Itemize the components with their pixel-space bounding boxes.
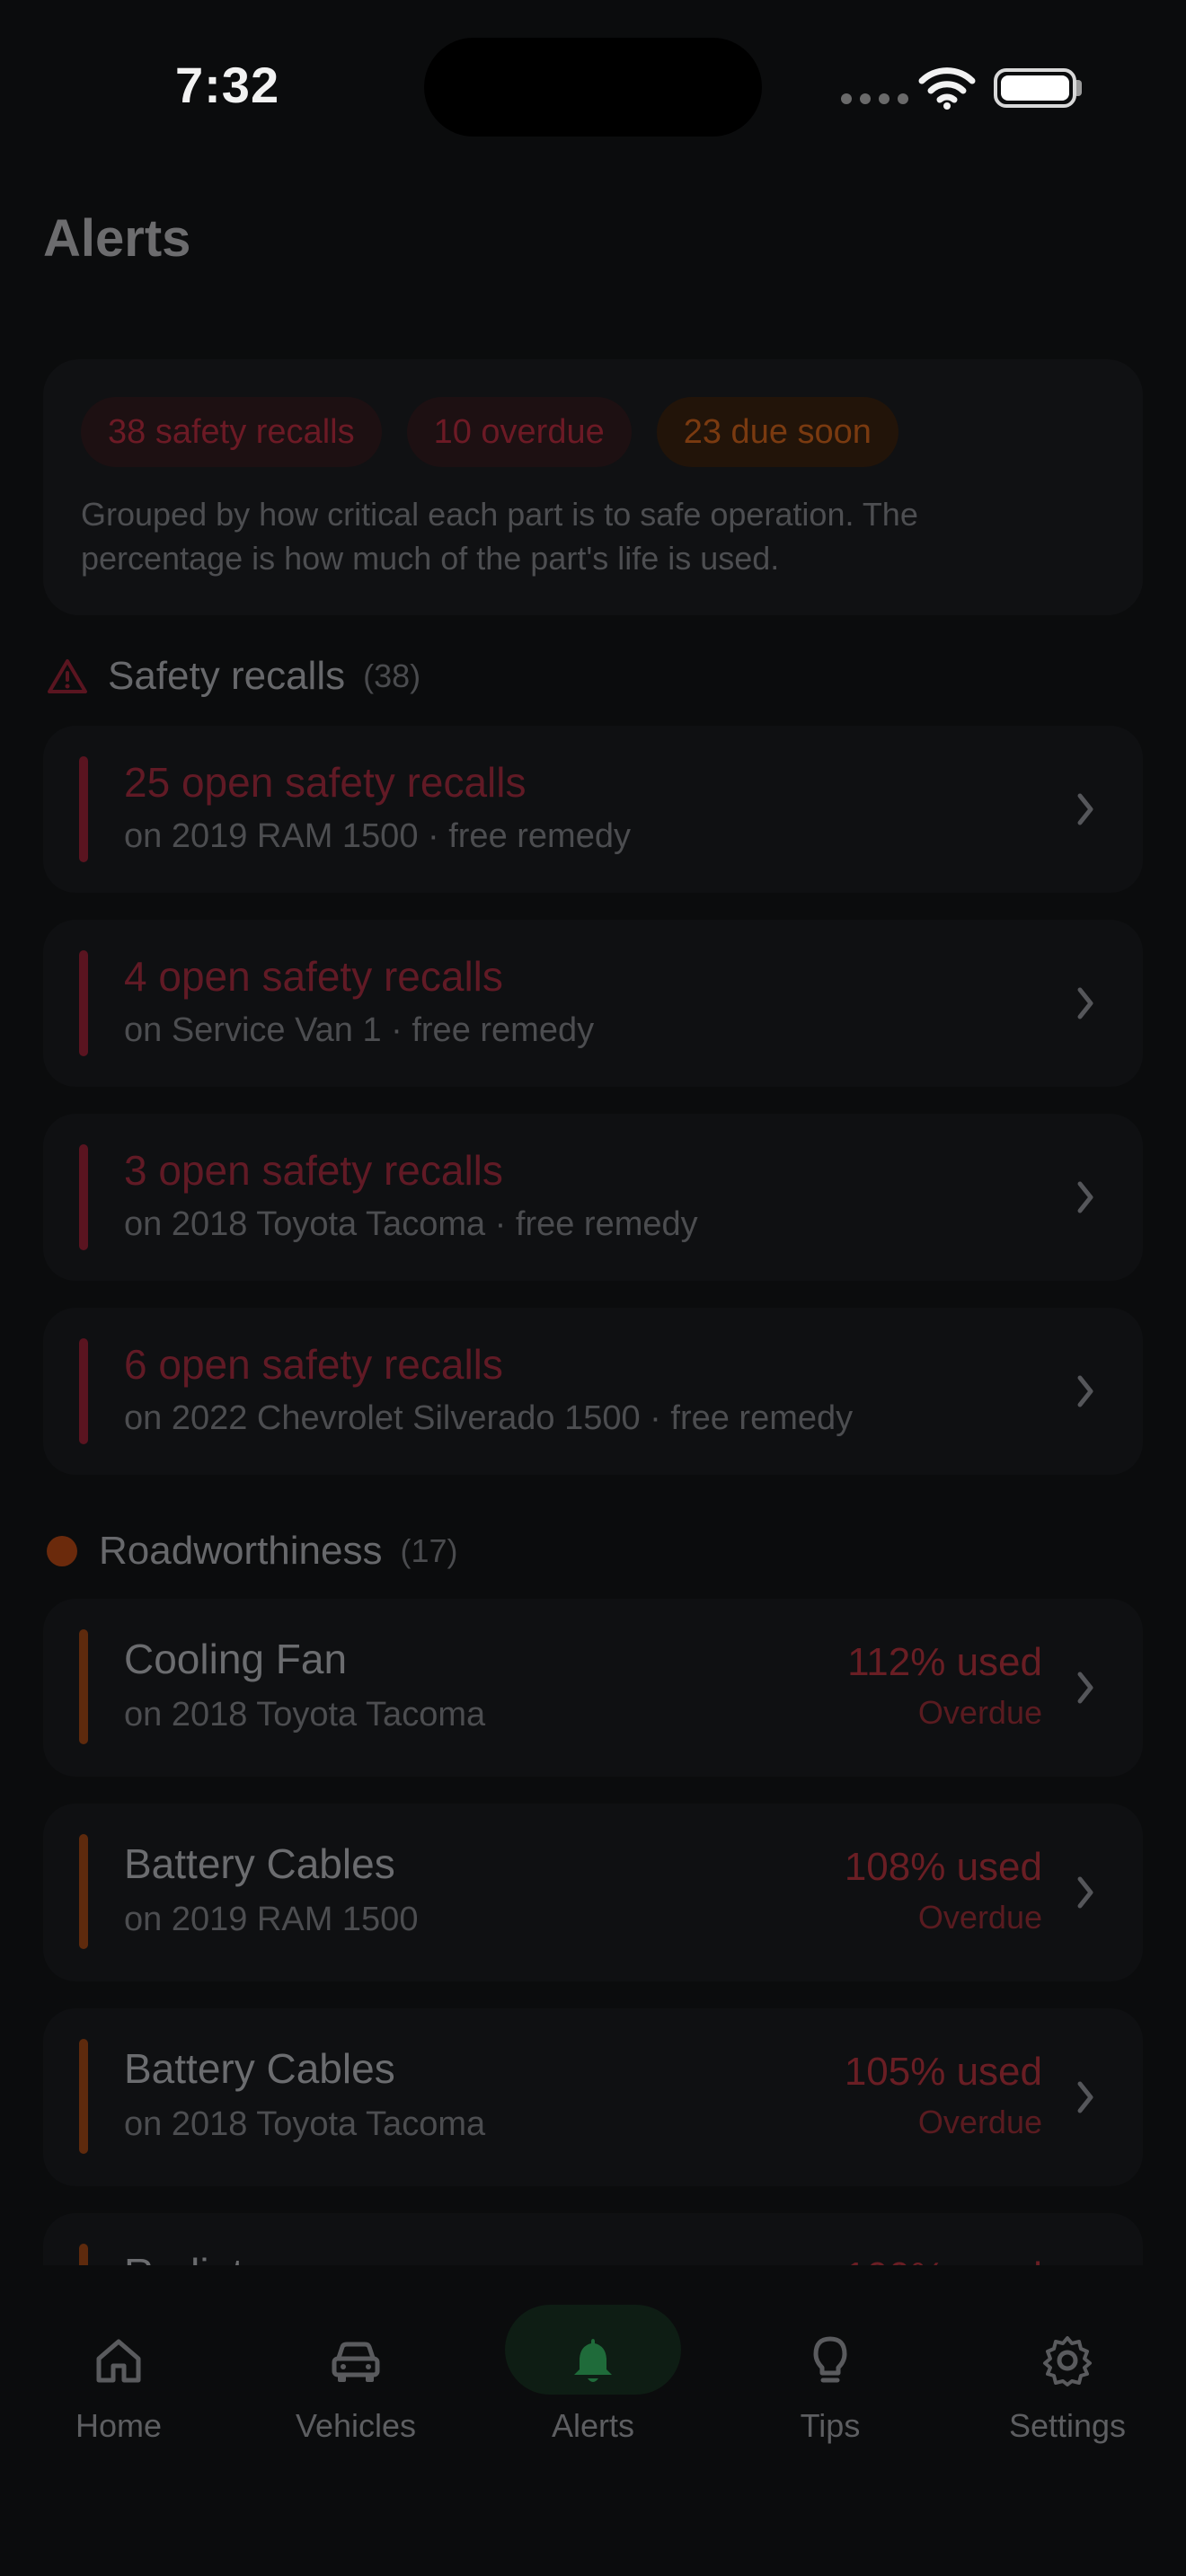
chip-due-soon[interactable]: 23 due soon [656,397,898,467]
usage-percent: 105% used [844,2050,1042,2094]
item-title: Battery Cables [124,2045,395,2092]
section-count: (38) [363,657,421,694]
summary-chips: 38 safety recalls 10 overdue 23 due soon [81,397,898,467]
nav-label: Alerts [551,2407,635,2444]
chevron-right-icon [1077,1375,1093,1407]
battery-nub [1076,80,1082,96]
chevron-right-icon [1077,793,1093,825]
item-subtitle: on 2018 Toyota Tacoma · free remedy [124,1205,698,1243]
section-header-roadworthiness: Roadworthiness (17) [47,1529,458,1574]
cellular-signal-icon [841,93,908,104]
list-item[interactable]: 4 open safety recalls on Service Van 1 ·… [43,920,1143,1087]
usage-info: 108% used Overdue [845,1845,1042,1936]
nav-settings[interactable]: Settings [960,2305,1175,2445]
nav-tips[interactable]: Tips [722,2305,938,2445]
item-title: 25 open safety recalls [124,759,527,806]
item-title: Battery Cables [124,1840,395,1887]
nav-label: Settings [1008,2407,1127,2444]
dynamic-island [424,38,762,137]
summary-description: Grouped by how critical each part is to … [81,496,918,577]
section-title: Roadworthiness [99,1529,383,1573]
chevron-right-icon [1077,1672,1093,1704]
usage-state: Overdue [917,1899,1042,1936]
nav-home[interactable]: Home [11,2305,226,2445]
list-item[interactable]: Cooling Fan on 2018 Toyota Tacoma 112% u… [43,1599,1143,1777]
item-subtitle: on Service Van 1 · free remedy [124,1011,595,1049]
item-title: 3 open safety recalls [124,1147,503,1194]
severity-bar [79,756,88,862]
item-subtitle: on 2019 RAM 1500 [124,1901,419,1938]
item-title: Cooling Fan [124,1636,348,1682]
page-title: Alerts [43,209,191,268]
item-title: 6 open safety recalls [124,1341,503,1388]
warning-triangle-icon [48,659,87,693]
item-subtitle: on 2018 Toyota Tacoma [124,1696,486,1734]
section-title: Safety recalls [108,654,346,698]
battery-icon [994,68,1076,108]
status-bar: 7:32 [0,0,1186,171]
chip-overdue[interactable]: 10 overdue [406,397,632,467]
severity-bar [79,950,88,1056]
usage-state: Overdue [917,2104,1042,2140]
list-item[interactable]: 25 open safety recalls on 2019 RAM 1500 … [43,726,1143,893]
chevron-right-icon [1077,987,1093,1019]
usage-state: Overdue [917,1694,1042,1731]
severity-bar [79,1338,88,1444]
severity-bar [79,1834,88,1949]
bell-icon [574,2339,612,2382]
status-time: 7:32 [175,57,280,113]
gear-icon [1043,2336,1092,2386]
chevron-right-icon [1077,1876,1093,1909]
usage-info: 105% used Overdue [845,2050,1042,2141]
list-item[interactable]: Battery Cables on 2018 Toyota Tacoma 105… [43,2008,1143,2186]
usage-percent: 112% used [847,1640,1042,1684]
nav-label: Home [75,2407,163,2444]
chevron-right-icon [1077,2081,1093,2113]
severity-bar [79,2039,88,2154]
item-title: 4 open safety recalls [124,953,503,1000]
summary-card: 38 safety recalls 10 overdue 23 due soon… [43,359,1143,615]
severity-bar [79,1144,88,1250]
section-count: (17) [400,1532,458,1569]
safety-recalls-list: 25 open safety recalls on 2019 RAM 1500 … [43,726,1143,1502]
nav-label: Tips [800,2407,861,2444]
chevron-right-icon [1077,1181,1093,1213]
item-subtitle: on 2018 Toyota Tacoma [124,2105,486,2143]
lightbulb-icon [813,2336,847,2383]
nav-label: Vehicles [295,2407,417,2444]
nav-vehicles[interactable]: Vehicles [248,2305,464,2445]
severity-bar [79,1629,88,1744]
usage-info: 112% used Overdue [847,1640,1042,1732]
wifi-icon [918,67,976,110]
home-icon [96,2339,141,2383]
list-item[interactable]: 6 open safety recalls on 2022 Chevrolet … [43,1308,1143,1475]
severity-dot-icon [47,1536,77,1566]
car-icon [332,2342,380,2382]
usage-percent: 108% used [844,1845,1042,1889]
nav-alerts[interactable]: Alerts [485,2305,701,2445]
item-subtitle: on 2019 RAM 1500 · free remedy [124,817,631,855]
list-item[interactable]: 3 open safety recalls on 2018 Toyota Tac… [43,1114,1143,1281]
bottom-nav: Home Vehicles Alerts Tips Settings [0,2265,1186,2576]
alerts-screen: 7:32 Alerts 38 safety recalls 10 overdue… [0,0,1186,2576]
list-item[interactable]: Battery Cables on 2019 RAM 1500 108% use… [43,1804,1143,1981]
chip-safety-recalls[interactable]: 38 safety recalls [81,397,382,467]
item-subtitle: on 2022 Chevrolet Silverado 1500 · free … [124,1399,854,1437]
section-header-safety-recalls: Safety recalls (38) [47,654,420,699]
